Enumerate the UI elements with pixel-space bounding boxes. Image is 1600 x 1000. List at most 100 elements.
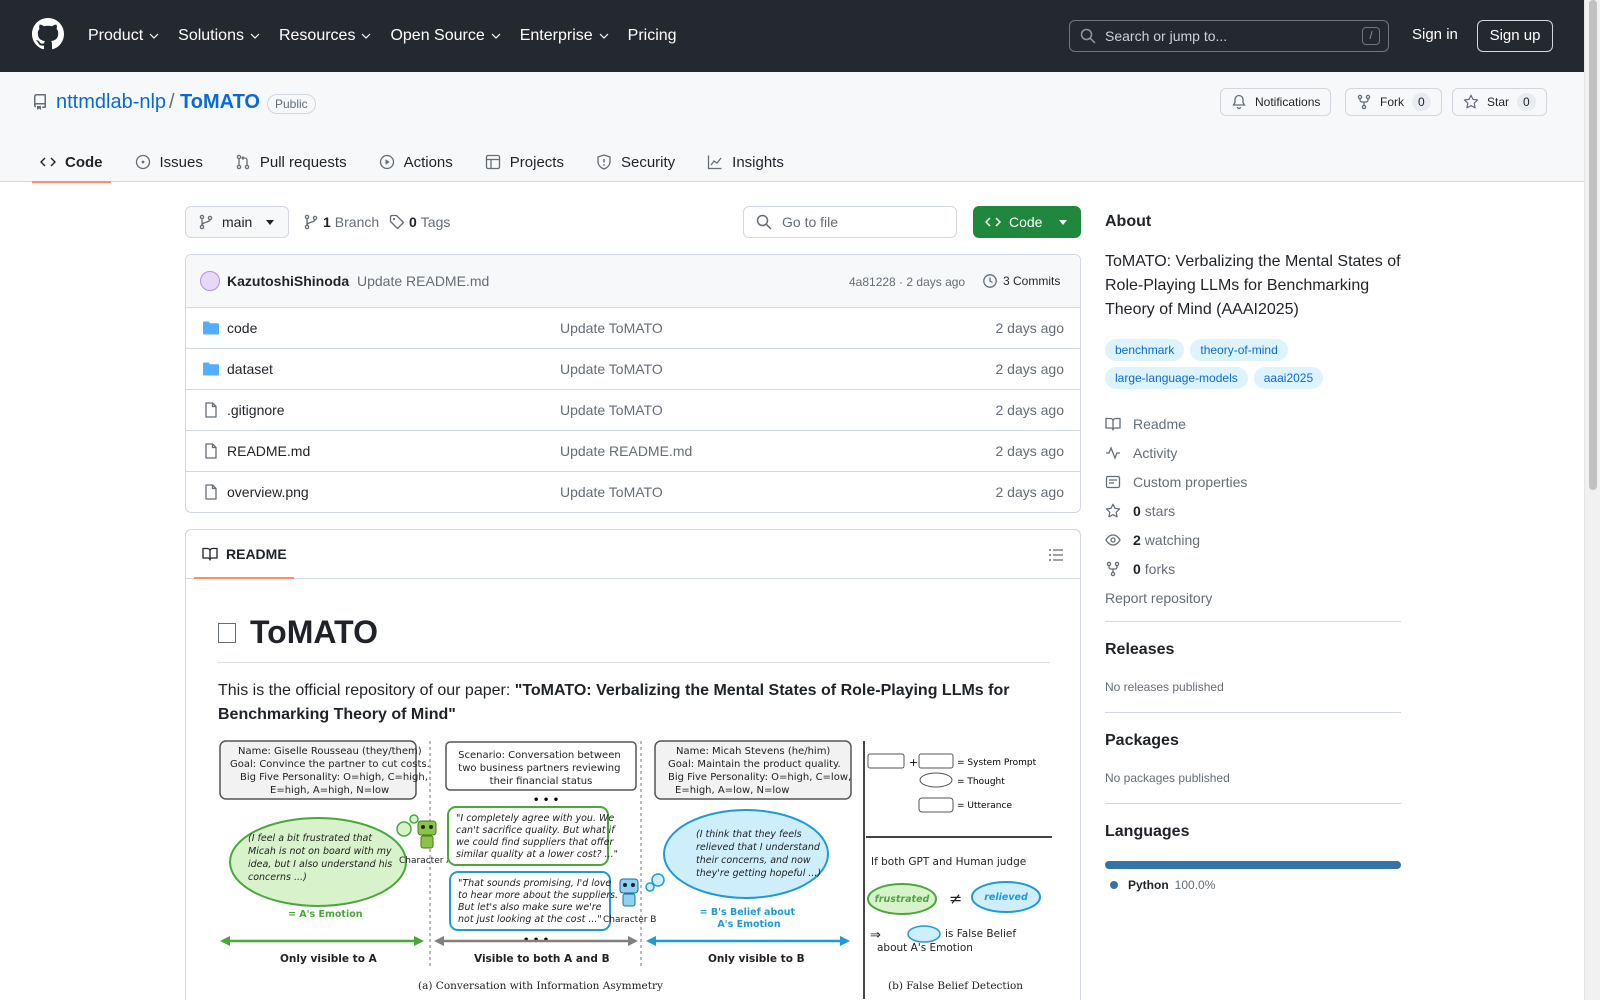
commit-hash-and-date[interactable]: 4a81228 · 2 days ago	[849, 275, 965, 289]
sign-up-button[interactable]: Sign up	[1477, 20, 1553, 52]
page-scrollbar[interactable]	[1584, 0, 1600, 1000]
file-name-link[interactable]: .gitignore	[227, 402, 285, 418]
file-row[interactable]: code Update ToMATO 2 days ago	[186, 308, 1080, 349]
topic-tag[interactable]: benchmark	[1105, 339, 1185, 361]
readme-link-label: Readme	[1133, 415, 1186, 432]
activity-link[interactable]: Activity	[1105, 438, 1247, 467]
tags-link[interactable]: 0 Tags	[389, 214, 450, 230]
legend-utterance-box	[918, 797, 954, 813]
branch-selector[interactable]: main	[185, 206, 289, 238]
sidebar-divider	[1105, 803, 1401, 804]
commit-author-link[interactable]: KazutoshiShinoda	[227, 273, 349, 289]
forks-label: forks	[1144, 560, 1176, 577]
repo-name-link[interactable]: ToMATO	[180, 91, 260, 114]
star-count: 0	[1517, 93, 1536, 111]
file-row[interactable]: overview.png Update ToMATO 2 days ago	[186, 472, 1080, 512]
topic-tag[interactable]: aaai2025	[1253, 367, 1324, 389]
fork-button[interactable]: Fork 0	[1345, 88, 1442, 116]
watchers-link[interactable]: 2 watching	[1105, 525, 1247, 554]
file-name-link[interactable]: overview.png	[227, 484, 309, 500]
readme-panel: README ToMATO This is the official repos…	[185, 529, 1081, 1000]
report-repository-link[interactable]: Report repository	[1105, 583, 1247, 612]
file-commit-message-link[interactable]: Update README.md	[560, 443, 692, 459]
persona-a-line: Name: Giselle Rousseau (they/them)	[238, 746, 422, 757]
tab-security[interactable]: Security	[588, 142, 683, 182]
persona-b-line: Name: Micah Stevens (he/him)	[676, 746, 830, 757]
not-equal-sign: ≠	[949, 889, 962, 908]
tab-code[interactable]: Code	[32, 142, 111, 183]
tag-count-label: Tags	[420, 214, 451, 230]
custom-properties-link[interactable]: Custom properties	[1105, 467, 1247, 496]
anchor-link-icon[interactable]	[218, 622, 236, 643]
file-commit-message-link[interactable]: Update ToMATO	[560, 361, 663, 377]
nav-open-source[interactable]: Open Source	[390, 27, 501, 45]
thought-b-line: their concerns, and now	[696, 855, 811, 866]
latest-commit-bar: KazutoshiShinoda Update README.md 4a8122…	[186, 255, 1080, 308]
tab-insights[interactable]: Insights	[699, 142, 792, 182]
commit-message-link[interactable]: Update README.md	[357, 273, 489, 289]
tab-projects-label: Projects	[509, 153, 564, 171]
star-button[interactable]: Star 0	[1452, 88, 1547, 116]
avatar[interactable]	[200, 271, 220, 291]
file-name-link[interactable]: code	[227, 320, 257, 336]
github-logo-icon[interactable]	[32, 18, 64, 50]
robot-b-icon	[619, 878, 639, 907]
thought-a-line: Micah is not on board with my	[248, 846, 392, 857]
file-name-link[interactable]: dataset	[227, 361, 273, 377]
code-icon	[985, 217, 1001, 227]
readme-link[interactable]: Readme	[1105, 409, 1247, 438]
file-commit-message-link[interactable]: Update ToMATO	[560, 320, 663, 336]
nav-product[interactable]: Product	[88, 27, 160, 45]
nav-enterprise[interactable]: Enterprise	[520, 27, 610, 45]
about-heading: About	[1105, 213, 1152, 230]
file-row[interactable]: .gitignore Update ToMATO 2 days ago	[186, 390, 1080, 431]
chevron-down-icon	[362, 33, 371, 39]
issue-opened-icon	[135, 154, 150, 170]
tab-actions[interactable]: Actions	[371, 142, 461, 182]
readme-tab[interactable]: README	[202, 546, 287, 562]
scrollbar-thumb[interactable]	[1589, 0, 1597, 490]
commit-history-link[interactable]: 3 Commits	[982, 273, 1060, 289]
code-dropdown-button[interactable]: Code	[973, 206, 1081, 238]
repo-icon	[33, 94, 46, 110]
file-name-link[interactable]: README.md	[227, 443, 310, 459]
repo-owner-link[interactable]: nttmdlab-nlp	[56, 91, 166, 114]
nav-resources[interactable]: Resources	[279, 27, 372, 45]
file-row[interactable]: dataset Update ToMATO 2 days ago	[186, 349, 1080, 390]
file-row[interactable]: README.md Update README.md 2 days ago	[186, 431, 1080, 472]
tab-issues[interactable]: Issues	[127, 142, 211, 182]
list-unordered-icon[interactable]	[1048, 547, 1064, 563]
topic-tag[interactable]: large-language-models	[1105, 367, 1248, 389]
notifications-button[interactable]: Notifications	[1220, 88, 1332, 116]
global-search-input[interactable]: Search or jump to... /	[1069, 20, 1389, 52]
go-to-file-input[interactable]: Go to file	[743, 206, 957, 238]
packages-heading[interactable]: Packages	[1105, 732, 1179, 750]
file-icon	[205, 484, 217, 500]
branches-link[interactable]: 1 Branch	[303, 214, 379, 230]
star-icon	[1105, 503, 1121, 517]
go-to-file-placeholder: Go to file	[782, 214, 839, 230]
language-item[interactable]: Python 100.0%	[1110, 878, 1215, 892]
stars-link[interactable]: 0 stars	[1105, 496, 1247, 525]
search-placeholder: Search or jump to...	[1105, 28, 1228, 44]
code-icon	[40, 157, 56, 167]
book-icon	[202, 547, 218, 561]
file-commit-message-link[interactable]: Update ToMATO	[560, 484, 663, 500]
utterance-a-line: "I completely agree with you. We	[456, 813, 614, 824]
nav-pricing[interactable]: Pricing	[628, 27, 677, 45]
nav-solutions[interactable]: Solutions	[178, 27, 261, 45]
sign-in-link[interactable]: Sign in	[1412, 26, 1458, 43]
forks-link[interactable]: 0 forks	[1105, 554, 1247, 583]
tab-pull-requests-label: Pull requests	[259, 153, 347, 171]
activity-link-label: Activity	[1133, 444, 1178, 461]
branch-count: 1	[323, 214, 331, 230]
releases-heading[interactable]: Releases	[1105, 641, 1174, 659]
utterance-a-line: we could find suppliers that offer	[456, 837, 614, 848]
fork-count: 0	[1412, 93, 1431, 111]
tab-projects[interactable]: Projects	[477, 142, 572, 182]
branch-count-label: Branch	[334, 214, 380, 230]
releases-empty-text: No releases published	[1105, 680, 1224, 694]
tab-pull-requests[interactable]: Pull requests	[227, 142, 355, 182]
file-commit-message-link[interactable]: Update ToMATO	[560, 402, 663, 418]
topic-tag[interactable]: theory-of-mind	[1190, 339, 1288, 361]
